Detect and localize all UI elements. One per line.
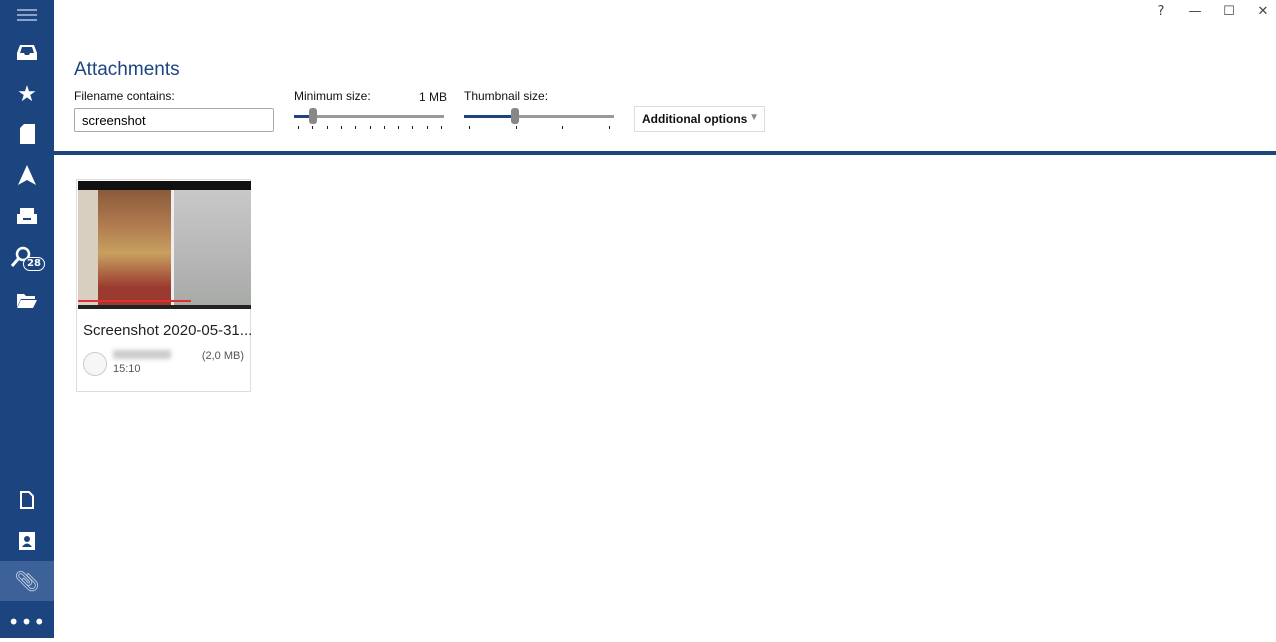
sidebar-item-contacts[interactable] (0, 521, 54, 561)
slider-tick (609, 126, 610, 129)
slider-tick (355, 126, 357, 129)
sidebar-item-more[interactable]: ••• (0, 602, 54, 642)
slider-tick (412, 126, 414, 129)
archive-icon (17, 208, 37, 224)
attachment-thumbnail (78, 181, 251, 309)
slider-tick (312, 126, 314, 129)
min-size-label: Minimum size: (294, 89, 371, 103)
sidebar-item-folders[interactable] (0, 280, 54, 320)
avatar (83, 352, 107, 376)
notes-icon (20, 124, 35, 144)
attachment-size: (2,0 MB) (201, 350, 244, 362)
slider-thumb[interactable] (511, 108, 519, 124)
attachment-icon: 📎︎ (14, 569, 40, 593)
sidebar-item-notes[interactable] (0, 114, 54, 154)
close-button[interactable]: ✕ (1253, 4, 1273, 19)
additional-options-label: Additional options (642, 112, 748, 126)
additional-options-dropdown[interactable]: Additional options ▼ (634, 106, 765, 132)
header-divider (54, 151, 1276, 155)
sidebar-item-search-folders[interactable]: 28 (0, 237, 54, 277)
slider-tick (515, 126, 517, 129)
slider-tick (398, 126, 400, 129)
slider-tick (369, 126, 371, 129)
menu-button[interactable] (0, 0, 54, 35)
slider-tick (426, 126, 428, 129)
sidebar-item-documents[interactable] (0, 480, 54, 520)
more-icon: ••• (7, 610, 47, 634)
document-icon (20, 491, 34, 509)
sidebar-item-attachments[interactable]: 📎︎ (0, 561, 54, 601)
unread-count-badge: 28 (23, 257, 45, 271)
slider-tick (298, 126, 299, 129)
menu-icon (17, 9, 37, 21)
chevron-down-icon: ▼ (749, 112, 759, 123)
filename-input[interactable] (74, 108, 274, 132)
slider-tick (469, 126, 470, 129)
sender-name-redacted (113, 350, 171, 359)
sidebar-item-sent[interactable] (0, 155, 54, 195)
attachment-time: 15:10 (113, 363, 141, 375)
sidebar-item-inbox[interactable] (0, 32, 54, 72)
sidebar: ★ 28 📎︎ ••• (0, 0, 54, 638)
maximize-button[interactable]: ☐ (1219, 4, 1239, 19)
attachment-name: Screenshot 2020-05-31... (83, 322, 253, 339)
slider-fill (294, 115, 309, 118)
slider-thumb[interactable] (309, 108, 317, 124)
thumbnail-size-label: Thumbnail size: (464, 89, 549, 103)
attachment-card[interactable]: Screenshot 2020-05-31... (2,0 MB) 15:10 (76, 179, 253, 392)
folder-icon (17, 294, 37, 308)
slider-tick (326, 126, 328, 129)
send-icon (18, 165, 36, 185)
min-size-value: 1 MB (419, 90, 448, 104)
slider-tick (383, 126, 385, 129)
slider-tick (562, 126, 564, 129)
contacts-icon (19, 532, 35, 550)
sidebar-item-favorites[interactable]: ★ (0, 74, 54, 114)
filename-label: Filename contains: (74, 89, 175, 103)
slider-tick (441, 126, 442, 129)
sidebar-item-archive[interactable] (0, 196, 54, 236)
inbox-icon (17, 45, 37, 60)
minimize-button[interactable]: — (1185, 4, 1205, 19)
star-icon: ★ (17, 81, 37, 107)
help-button[interactable]: ? (1151, 4, 1171, 19)
slider-tick (340, 126, 342, 129)
slider-fill (464, 115, 512, 118)
page-title: Attachments (74, 59, 180, 80)
